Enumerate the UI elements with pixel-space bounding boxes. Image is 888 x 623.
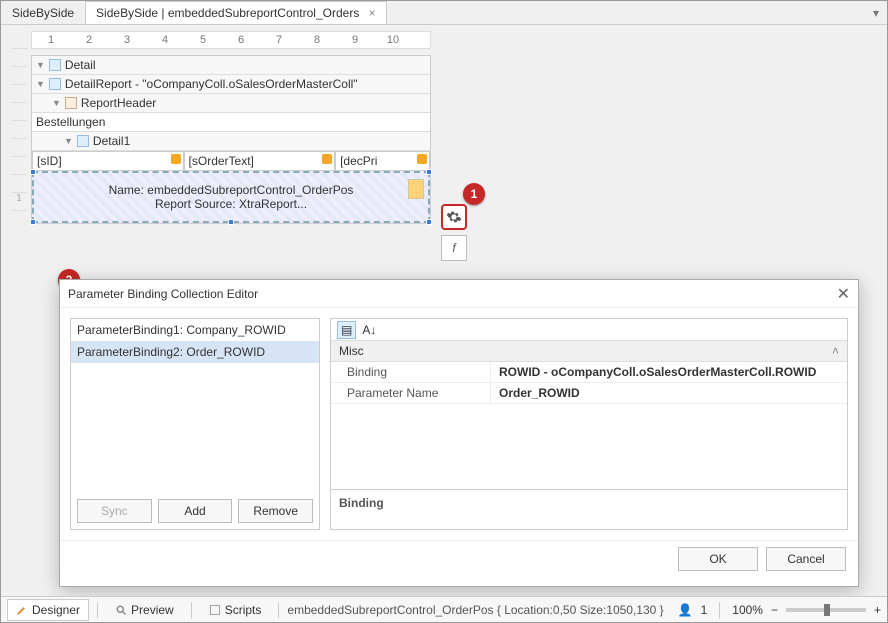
selection-handle[interactable] <box>30 219 36 225</box>
horizontal-ruler: 12345678910 <box>31 31 431 49</box>
categorized-icon[interactable]: ▤ <box>337 321 356 339</box>
header-text: Bestellungen <box>36 115 105 129</box>
dialog-footer: OK Cancel <box>60 540 858 576</box>
band-detailreport[interactable]: ▼ DetailReport - "oCompanyColl.oSalesOrd… <box>32 75 430 94</box>
chevron-up-icon: ˄ <box>832 344 839 358</box>
sort-icon[interactable]: A↓ <box>362 323 376 337</box>
property-toolbar: ▤ A↓ <box>331 319 847 341</box>
designer-icon <box>16 604 28 616</box>
chevron-down-icon: ▼ <box>64 136 73 146</box>
band-label: ReportHeader <box>81 96 156 110</box>
band-reportheader[interactable]: ▼ ReportHeader <box>32 94 430 113</box>
ok-button[interactable]: OK <box>678 547 758 571</box>
tab-scripts[interactable]: Scripts <box>200 599 271 621</box>
selection-handle[interactable] <box>30 169 36 175</box>
dialog-header: Parameter Binding Collection Editor ✕ <box>60 280 858 308</box>
subreport-control[interactable]: Name: embeddedSubreportControl_OrderPos … <box>32 171 430 223</box>
user-icon[interactable]: 👤 <box>678 603 693 617</box>
zoom-in-button[interactable]: + <box>874 603 881 617</box>
field-sordertext[interactable]: [sOrderText] <box>184 151 336 171</box>
band-label: DetailReport - "oCompanyColl.oSalesOrder… <box>65 77 358 91</box>
list-item[interactable]: ParameterBinding1: Company_ROWID <box>71 319 319 341</box>
dialog-title: Parameter Binding Collection Editor <box>68 287 258 301</box>
tab-sidebyside[interactable]: SideBySide <box>1 1 85 24</box>
gear-icon <box>446 209 462 225</box>
remove-button[interactable]: Remove <box>238 499 313 523</box>
close-icon[interactable]: ✕ <box>837 284 850 304</box>
band-detail[interactable]: ▼ Detail <box>32 56 430 75</box>
report-canvas[interactable]: ▼ Detail ▼ DetailReport - "oCompanyColl.… <box>31 55 431 224</box>
property-value[interactable]: Order_ROWID <box>491 383 847 403</box>
band-label: Detail1 <box>93 134 130 148</box>
field-decpri[interactable]: [decPri <box>335 151 430 171</box>
smart-tag-icon[interactable] <box>417 154 427 164</box>
band-label: Detail <box>65 58 96 72</box>
user-count: 1 <box>701 603 708 617</box>
property-key: Parameter Name <box>331 383 491 403</box>
subreport-name: Name: embeddedSubreportControl_OrderPos <box>44 183 418 197</box>
sync-button[interactable]: Sync <box>77 499 152 523</box>
chevron-down-icon: ▼ <box>36 79 45 89</box>
property-grid: ▤ A↓ Misc ˄ Binding ROWID - oCompanyColl… <box>330 318 848 530</box>
vruler-mark-1: 1 <box>11 193 27 211</box>
tab-preview[interactable]: Preview <box>106 599 183 621</box>
list-item[interactable]: ParameterBinding2: Order_ROWID <box>71 341 319 363</box>
property-key: Binding <box>331 362 491 382</box>
field-row: [sID] [sOrderText] [decPri <box>32 151 430 171</box>
chevron-down-icon[interactable]: ▾ <box>865 2 887 24</box>
design-surface: 12345678910 1 ▼ Detail ▼ DetailReport - … <box>1 25 887 275</box>
smart-tag-gear-button[interactable] <box>441 204 467 230</box>
band-icon <box>77 135 89 147</box>
close-icon[interactable]: × <box>369 6 376 20</box>
vertical-ruler: 1 <box>11 31 27 271</box>
tab-designer[interactable]: Designer <box>7 599 89 621</box>
document-tabs: SideBySide SideBySide | embeddedSubrepor… <box>1 1 887 25</box>
chevron-down-icon: ▼ <box>52 98 61 108</box>
band-detail1[interactable]: ▼ Detail1 <box>32 132 430 151</box>
callout-badge-1: 1 <box>463 183 485 205</box>
header-text-cell[interactable]: Bestellungen <box>32 113 430 132</box>
tab-sidebyside-orders[interactable]: SideBySide | embeddedSubreportControl_Or… <box>85 1 387 24</box>
property-row-binding[interactable]: Binding ROWID - oCompanyColl.oSalesOrder… <box>331 362 847 383</box>
property-description: Binding <box>331 489 847 529</box>
property-section-misc[interactable]: Misc ˄ <box>331 341 847 362</box>
chevron-down-icon: ▼ <box>36 60 45 70</box>
property-value[interactable]: ROWID - oCompanyColl.oSalesOrderMasterCo… <box>491 362 847 382</box>
add-button[interactable]: Add <box>158 499 233 523</box>
parameter-binding-dialog: Parameter Binding Collection Editor ✕ Pa… <box>59 279 859 587</box>
selection-handle[interactable] <box>426 219 432 225</box>
scripts-icon <box>209 604 221 616</box>
field-sid[interactable]: [sID] <box>32 151 184 171</box>
zoom-level: 100% <box>732 603 763 617</box>
band-icon <box>65 97 77 109</box>
band-icon <box>49 59 61 71</box>
status-text: embeddedSubreportControl_OrderPos { Loca… <box>287 603 663 617</box>
selection-handle[interactable] <box>228 219 234 225</box>
smart-tag-icon[interactable] <box>171 154 181 164</box>
smart-tag-icon[interactable] <box>322 154 332 164</box>
expression-button[interactable]: f <box>441 235 467 261</box>
band-icon <box>49 78 61 90</box>
binding-list: ParameterBinding1: Company_ROWID Paramet… <box>70 318 320 530</box>
status-bar: Designer Preview Scripts embeddedSubrepo… <box>1 596 887 622</box>
property-row-paramname[interactable]: Parameter Name Order_ROWID <box>331 383 847 404</box>
zoom-slider[interactable] <box>786 608 866 612</box>
subreport-source: Report Source: XtraReport... <box>44 197 418 211</box>
cancel-button[interactable]: Cancel <box>766 547 846 571</box>
preview-icon <box>115 604 127 616</box>
zoom-out-button[interactable]: − <box>771 603 778 617</box>
selection-handle[interactable] <box>426 169 432 175</box>
document-icon <box>408 179 424 199</box>
